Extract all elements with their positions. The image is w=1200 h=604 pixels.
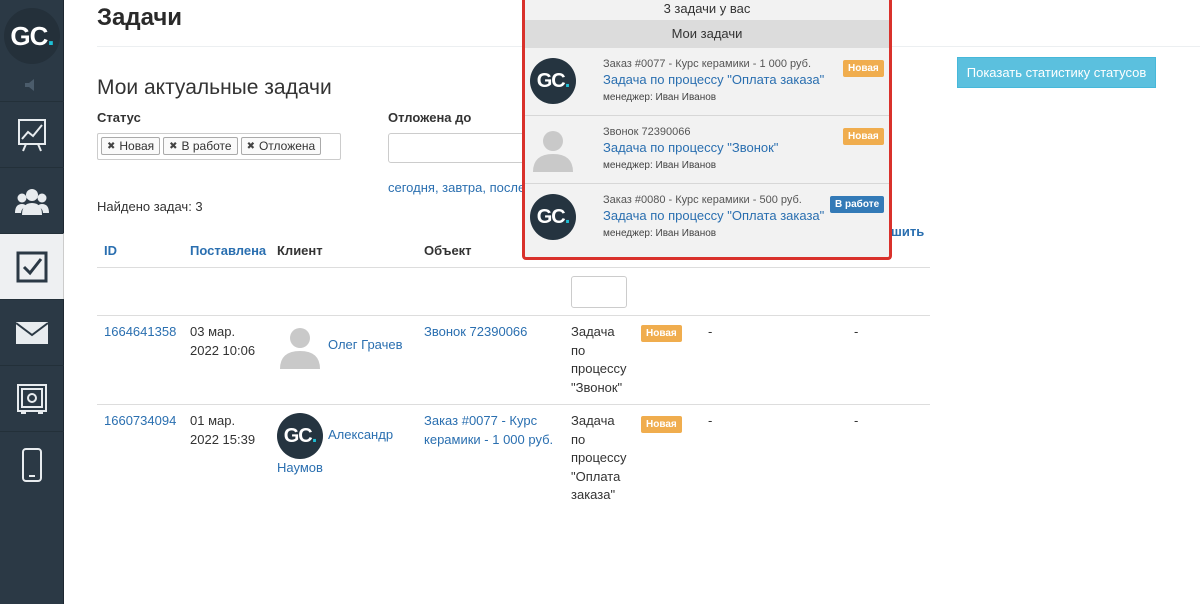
sidebar-item-tasks[interactable] — [0, 233, 64, 299]
postponed-date-input[interactable] — [388, 133, 528, 163]
status-badge: Новая — [843, 60, 884, 77]
popup-task-meta: Звонок 72390066 — [603, 126, 691, 138]
task-id-link[interactable]: 1660734094 — [104, 412, 176, 431]
status-chip-new[interactable]: ✖ Новая — [101, 137, 161, 155]
sidebar-item-mail[interactable] — [0, 299, 64, 365]
empty-value: - — [854, 413, 859, 428]
task-date: 03 мар. 2022 10:06 — [190, 324, 256, 358]
task-description: Задача по процессу "Звонок" — [571, 324, 627, 395]
my-tasks-popup: 3 задачи у вас Мои задачи GC. Заказ #007… — [522, 0, 892, 260]
task-id-link[interactable]: 1664641358 — [104, 323, 176, 342]
logo-text: GC — [10, 20, 48, 51]
separator: , — [482, 180, 490, 195]
task-date: 01 мар. 2022 15:39 — [190, 413, 256, 447]
remove-icon[interactable]: ✖ — [247, 141, 255, 152]
popup-task-item[interactable]: GC. Заказ #0077 - Курс керамики - 1 000 … — [525, 48, 889, 116]
checkbox-icon — [16, 251, 47, 282]
client-link[interactable]: Александр — [328, 426, 393, 445]
status-badge: В работе — [830, 196, 885, 213]
task-description: Задача по процессу "Оплата заказа" — [571, 413, 627, 502]
column-filter-input[interactable] — [571, 276, 627, 308]
table-divider — [97, 404, 930, 405]
status-chip-in-work[interactable]: ✖ В работе — [163, 137, 238, 155]
empty-value: - — [708, 324, 713, 339]
popup-task-item[interactable]: Звонок 72390066 Задача по процессу "Звон… — [525, 116, 889, 184]
remove-icon[interactable]: ✖ — [107, 141, 115, 152]
table-header-divider — [97, 267, 930, 268]
gc-avatar-icon: GC. — [530, 58, 576, 104]
chip-label: В работе — [181, 139, 232, 153]
logo-dot: . — [47, 20, 54, 51]
postponed-filter-label: Отложена до — [388, 110, 472, 125]
users-icon — [15, 188, 49, 215]
show-status-stats-button[interactable]: Показать статистику статусов — [957, 57, 1156, 88]
gc-avatar-icon: GC. — [530, 194, 576, 240]
chart-icon — [18, 118, 46, 151]
person-avatar-icon — [530, 126, 576, 175]
popup-subheader: Мои задачи — [525, 20, 889, 48]
status-badge: Новая — [641, 416, 682, 433]
found-count: Найдено задач: 3 — [97, 199, 203, 214]
sidebar: GC. — [0, 0, 64, 604]
gc-avatar-icon: GC. — [277, 413, 323, 459]
column-header-object: Объект — [424, 243, 472, 258]
quick-link-after[interactable]: после — [490, 180, 526, 195]
popup-header: 3 задачи у вас — [525, 0, 889, 20]
empty-value: - — [708, 413, 713, 428]
popup-task-manager: менеджер: Иван Иванов — [603, 160, 717, 171]
client-link[interactable]: Олег Грачев — [328, 336, 403, 355]
object-link[interactable]: Заказ #0077 - Курс керамики - 1 000 руб. — [424, 412, 553, 449]
mail-icon — [15, 321, 49, 344]
table-divider — [97, 315, 930, 316]
phone-icon — [22, 447, 42, 482]
client-link-cont[interactable]: Наумов — [277, 459, 323, 478]
quick-link-today[interactable]: сегодня — [388, 180, 435, 195]
chip-label: Отложена — [258, 139, 316, 153]
remove-icon[interactable]: ✖ — [169, 141, 177, 152]
sidebar-item-reports[interactable] — [0, 101, 64, 167]
popup-task-title[interactable]: Задача по процессу "Звонок" — [603, 140, 778, 155]
status-badge: Новая — [641, 325, 682, 342]
status-filter-label: Статус — [97, 110, 141, 125]
chip-label: Новая — [119, 139, 155, 153]
popup-task-title[interactable]: Задача по процессу "Оплата заказа" — [603, 208, 824, 223]
sidebar-item-safe[interactable] — [0, 365, 64, 431]
column-header-id[interactable]: ID — [104, 243, 117, 258]
column-header-posted[interactable]: Поставлена — [190, 243, 266, 258]
empty-value: - — [854, 324, 859, 339]
object-link[interactable]: Звонок 72390066 — [424, 323, 527, 342]
status-filter-input[interactable]: ✖ Новая ✖ В работе ✖ Отложена — [97, 133, 341, 160]
status-badge: Новая — [843, 128, 884, 145]
quick-link-tomorrow[interactable]: завтра — [442, 180, 482, 195]
status-chip-postponed[interactable]: ✖ Отложена — [240, 137, 322, 155]
popup-task-meta: Заказ #0077 - Курс керамики - 1 000 руб. — [603, 58, 812, 70]
popup-task-manager: менеджер: Иван Иванов — [603, 228, 717, 239]
person-avatar-icon — [277, 323, 323, 372]
logo[interactable]: GC. — [4, 8, 60, 64]
page-title: Задачи — [97, 4, 183, 31]
popup-task-manager: менеджер: Иван Иванов — [603, 92, 717, 103]
popup-task-title[interactable]: Задача по процессу "Оплата заказа" — [603, 72, 824, 87]
popup-task-meta: Заказ #0080 - Курс керамики - 500 руб. — [603, 194, 802, 206]
sidebar-item-users[interactable] — [0, 167, 64, 233]
safe-icon — [17, 383, 47, 414]
column-header-client: Клиент — [277, 243, 323, 258]
quick-date-links: сегодня, завтра, после — [388, 180, 525, 195]
sidebar-item-mobile[interactable] — [0, 431, 64, 497]
speaker-icon[interactable] — [20, 74, 44, 96]
section-title: Мои актуальные задачи — [97, 76, 332, 99]
popup-task-item[interactable]: GC. Заказ #0080 - Курс керамики - 500 ру… — [525, 184, 889, 252]
column-header-tail[interactable]: шить — [891, 224, 924, 239]
